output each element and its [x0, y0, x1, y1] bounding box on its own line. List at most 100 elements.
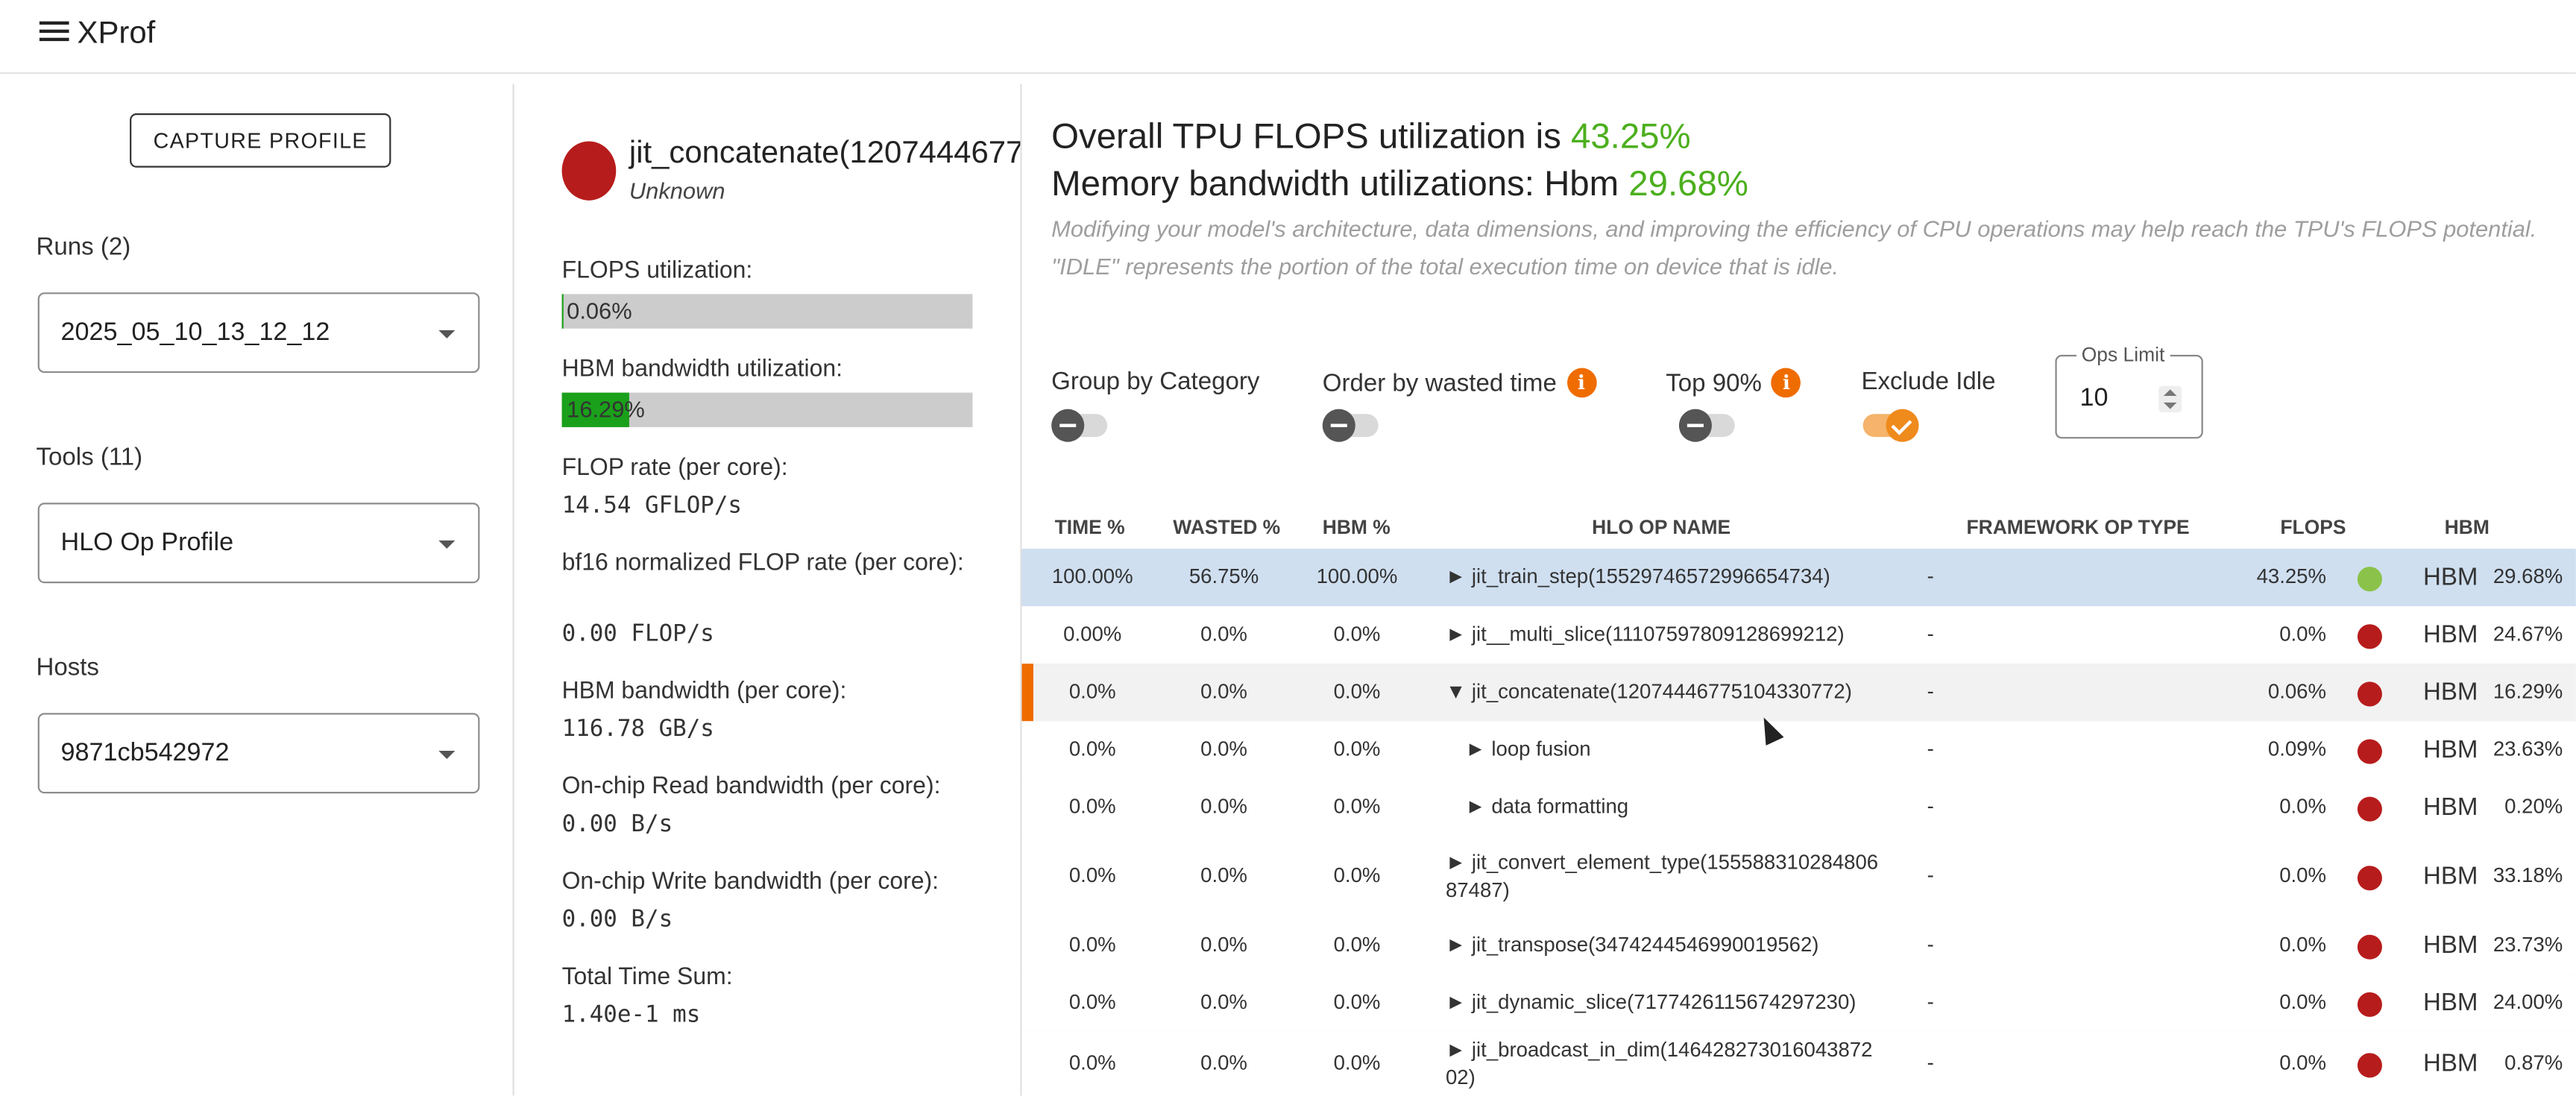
exclude-idle-toggle[interactable]: [1863, 414, 1916, 437]
table-row[interactable]: 0.0%0.0%0.0%► jit_convert_element_type(1…: [1022, 837, 2576, 919]
col-hbm[interactable]: HBM: [2445, 516, 2490, 539]
op-name-text: loop fusion: [1491, 737, 1590, 760]
bf16-flop-rate-label: bf16 normalized FLOP rate (per core):: [562, 547, 989, 582]
status-dot-icon: [2358, 681, 2382, 705]
cell-framework-op-type: -: [1927, 794, 1934, 817]
spinner-arrows-icon[interactable]: [2158, 386, 2182, 412]
cell-op-name[interactable]: ► data formatting: [1465, 794, 1628, 817]
op-name-text: jit_broadcast_in_dim(146428273016043872: [1472, 1039, 1873, 1062]
group-by-category-label: Group by Category: [1051, 368, 1259, 396]
order-by-wasted-time-label: Order by wasted timei: [1323, 368, 1596, 398]
runs-label: Runs (2): [36, 233, 130, 261]
expand-arrow-icon[interactable]: ►: [1446, 850, 1466, 873]
expand-arrow-icon[interactable]: ►: [1446, 622, 1466, 645]
hbm-util-label: HBM bandwidth utilization:: [562, 353, 989, 388]
expand-arrow-icon[interactable]: ►: [1465, 737, 1485, 760]
order-by-wasted-time-toggle[interactable]: [1326, 414, 1379, 437]
tools-label: Tools (11): [36, 444, 142, 471]
col-hlo-op-name[interactable]: HLO OP NAME: [1592, 516, 1731, 539]
col-hbm-pct[interactable]: HBM %: [1323, 516, 1391, 539]
expand-arrow-icon[interactable]: ►: [1446, 1039, 1466, 1062]
cell-op-name[interactable]: ► jit_train_step(15529746572996654734): [1446, 564, 1830, 588]
cell-hbm-pct: 0.0%: [1308, 679, 1406, 702]
cell-hbm-value: 0.20%: [2478, 794, 2563, 817]
cell-flops: 0.06%: [2211, 679, 2326, 702]
cell-op-name[interactable]: ▼ jit_concatenate(12074446775104330772): [1446, 679, 1852, 702]
cell-hbm-value: 16.29%: [2478, 679, 2563, 702]
status-dot-icon: [2358, 934, 2382, 959]
top-90-toggle[interactable]: [1682, 414, 1735, 437]
cell-op-name[interactable]: ► jit_broadcast_in_dim(14642827301604387…: [1446, 1036, 1872, 1092]
total-time-label: Total Time Sum:: [562, 961, 989, 995]
expand-arrow-icon[interactable]: ►: [1446, 564, 1466, 588]
flop-rate-value: 14.54 GFLOP/s: [562, 493, 742, 519]
cell-flops: 0.0%: [2211, 794, 2326, 817]
cell-op-name[interactable]: ► jit_convert_element_type(1555883102848…: [1446, 848, 1878, 904]
cell-time: 0.00%: [1051, 622, 1133, 645]
runs-select[interactable]: 2025_05_10_13_12_12: [38, 292, 480, 373]
table-row[interactable]: 100.00%56.75%100.00%► jit_train_step(155…: [1022, 549, 2576, 608]
hosts-select[interactable]: 9871cb542972: [38, 713, 480, 793]
op-name-text-cont: 87487): [1446, 878, 1510, 901]
info-icon[interactable]: i: [1772, 368, 1801, 398]
cell-wasted: 56.75%: [1174, 564, 1273, 588]
group-by-category-toggle[interactable]: [1055, 414, 1108, 437]
cell-hbm-pct: 0.0%: [1308, 990, 1406, 1013]
toggle-knob: [1679, 409, 1712, 442]
cell-op-name[interactable]: ► jit_transpose(3474244546990019562): [1446, 932, 1819, 955]
capture-profile-button[interactable]: CAPTURE PROFILE: [130, 113, 391, 168]
hbm-util-value: 16.29%: [567, 396, 645, 422]
table-row[interactable]: 0.0%0.0%0.0%► data formatting-0.0%HBM0.2…: [1022, 778, 2576, 837]
onchip-write-value: 0.00 B/s: [562, 907, 673, 933]
col-time[interactable]: TIME %: [1055, 516, 1125, 539]
table-row[interactable]: 0.0%0.0%0.0%▼ jit_concatenate(1207444677…: [1022, 664, 2576, 722]
op-category: Unknown: [629, 177, 725, 204]
op-name-text: jit_dynamic_slice(7177426115674297230): [1472, 990, 1857, 1013]
cell-framework-op-type: -: [1927, 863, 1934, 886]
onchip-write-label: On-chip Write bandwidth (per core):: [562, 866, 989, 900]
cell-hbm-label: HBM: [2423, 930, 2478, 958]
cell-op-name[interactable]: ► loop fusion: [1465, 737, 1590, 760]
expand-arrow-icon[interactable]: ►: [1446, 990, 1466, 1013]
col-framework-op-type[interactable]: FRAMEWORK OP TYPE: [1966, 516, 2189, 539]
cell-flops: 0.0%: [2211, 990, 2326, 1013]
cell-op-name[interactable]: ► jit__multi_slice(11107597809128699212): [1446, 622, 1845, 645]
col-flops[interactable]: FLOPS: [2280, 516, 2346, 539]
cell-framework-op-type: -: [1927, 622, 1934, 645]
ops-limit-label: Ops Limit: [2076, 344, 2170, 367]
table-row[interactable]: 0.0%0.0%0.0%► jit_dynamic_slice(71774261…: [1022, 974, 2576, 1033]
ops-limit-input[interactable]: Ops Limit 10: [2055, 355, 2202, 438]
cell-hbm-label: HBM: [2423, 793, 2478, 820]
cell-framework-op-type: -: [1927, 679, 1934, 702]
cell-hbm-pct: 100.00%: [1308, 564, 1406, 588]
table-row[interactable]: 0.0%0.0%0.0%► jit_broadcast_in_dim(14642…: [1022, 1032, 2576, 1096]
memory-utilization-value: 29.68%: [1628, 164, 1748, 204]
cell-framework-op-type: -: [1927, 1051, 1934, 1074]
op-name-text: jit_concatenate(12074446775104330772): [1472, 679, 1852, 702]
expand-arrow-icon[interactable]: ►: [1465, 794, 1485, 817]
cell-flops: 0.0%: [2211, 932, 2326, 955]
op-name-text: jit_transpose(3474244546990019562): [1472, 932, 1819, 955]
info-icon[interactable]: i: [1566, 368, 1596, 398]
status-dot-icon: [2358, 865, 2382, 889]
op-profile-main: Overall TPU FLOPS utilization is 43.25% …: [1022, 84, 2576, 1095]
flops-util-value: 0.06%: [567, 297, 632, 324]
table-row[interactable]: 0.0%0.0%0.0%► loop fusion-0.09%HBM23.63%: [1022, 721, 2576, 780]
op-name-text: jit_train_step(15529746572996654734): [1472, 564, 1830, 588]
menu-icon[interactable]: [40, 22, 69, 45]
table-header: TIME % WASTED % HBM % HLO OP NAME FRAMEW…: [1022, 506, 2576, 549]
tools-select[interactable]: HLO Op Profile: [38, 503, 480, 583]
expand-arrow-icon[interactable]: ►: [1446, 932, 1466, 955]
total-time-value: 1.40e-1 ms: [562, 1002, 701, 1028]
table-row[interactable]: 0.0%0.0%0.0%► jit_transpose(347424454699…: [1022, 916, 2576, 975]
cell-hbm-value: 24.67%: [2478, 622, 2563, 645]
expand-arrow-icon[interactable]: ▼: [1446, 679, 1466, 702]
col-wasted[interactable]: WASTED %: [1173, 516, 1280, 539]
cell-op-name[interactable]: ► jit_dynamic_slice(7177426115674297230): [1446, 990, 1856, 1013]
cell-wasted: 0.0%: [1174, 1051, 1273, 1074]
top-app-bar: XProf: [0, 0, 2576, 74]
cell-hbm-label: HBM: [2423, 563, 2478, 590]
status-dot-icon: [2358, 796, 2382, 821]
op-status-dot: [562, 141, 617, 200]
table-row[interactable]: 0.00%0.0%0.0%► jit__multi_slice(11107597…: [1022, 606, 2576, 665]
